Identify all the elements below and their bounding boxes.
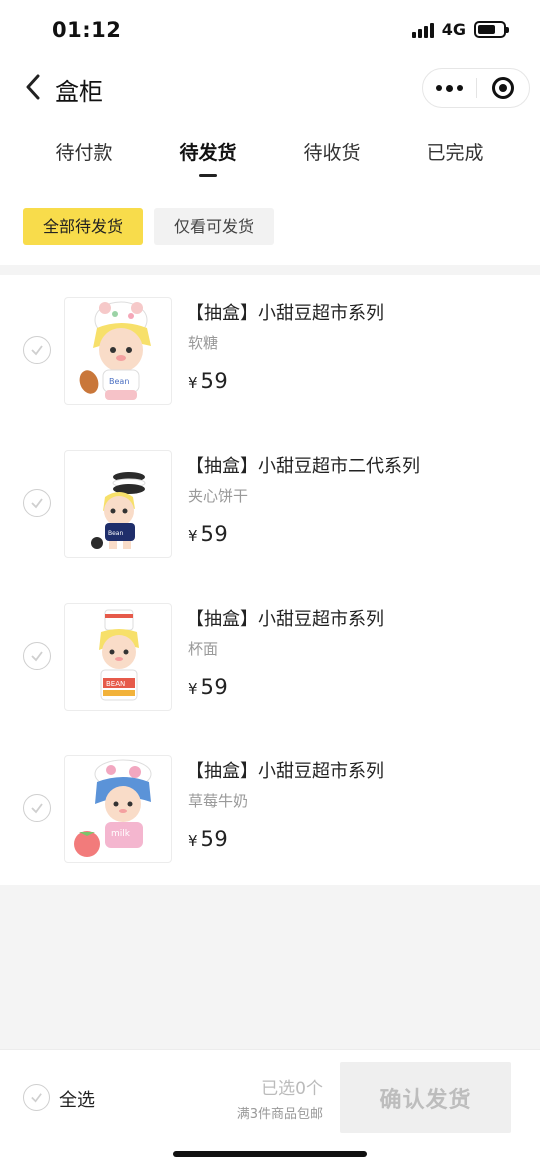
svg-text:Bean: Bean: [109, 377, 129, 386]
check-icon: [31, 1093, 42, 1103]
product-thumbnail[interactable]: Bean: [64, 450, 172, 558]
tab-label: 待收货: [303, 142, 361, 164]
currency-symbol: ¥: [188, 374, 198, 392]
svg-text:Bean: Bean: [108, 530, 123, 537]
product-variant: 夹心饼干: [188, 487, 249, 505]
order-tabs: 待付款 待发货 待收货 已完成: [0, 138, 540, 178]
back-button[interactable]: [18, 70, 48, 104]
product-variant: 草莓牛奶: [188, 792, 249, 810]
price-value: 59: [200, 827, 229, 851]
product-name: 【抽盒】小甜豆超市系列: [186, 303, 384, 324]
svg-text:BEAN: BEAN: [106, 680, 125, 688]
active-tab-indicator: [199, 174, 217, 177]
confirm-shipment-button[interactable]: 确认发货: [340, 1062, 511, 1133]
tab-label: 待发货: [179, 142, 237, 164]
bottom-action-bar: 全选 已选0个 满3件商品包邮 确认发货: [0, 1049, 540, 1168]
product-list: Bean 【抽盒】小甜豆超市系列 软糖 ¥59 Bean 【抽盒】小甜豆超市二代…: [0, 275, 540, 885]
currency-symbol: ¥: [188, 680, 198, 698]
target-icon: [491, 77, 514, 99]
item-checkbox[interactable]: [23, 336, 51, 364]
product-price: ¥59: [188, 675, 228, 699]
product-variant: 软糖: [188, 334, 219, 352]
product-thumbnail[interactable]: Bean: [64, 297, 172, 405]
more-button[interactable]: [423, 69, 476, 107]
page-title: 盒柜: [55, 78, 103, 106]
toy-figure-icon: Bean: [79, 301, 151, 400]
selected-count: 已选0个: [261, 1079, 323, 1099]
home-indicator: [173, 1151, 367, 1157]
tab-completed[interactable]: 已完成: [393, 138, 517, 165]
tab-label: 待付款: [55, 142, 113, 164]
product-thumbnail[interactable]: BEAN: [64, 603, 172, 711]
status-time: 01:12: [52, 18, 122, 42]
status-bar: 01:12 4G: [0, 0, 540, 60]
select-all-checkbox[interactable]: [23, 1084, 50, 1111]
close-mini-program-button[interactable]: [476, 69, 529, 107]
toy-figure-icon: Bean: [91, 472, 146, 549]
check-icon: [31, 651, 43, 662]
list-item[interactable]: BEAN 【抽盒】小甜豆超市系列 杯面 ¥59: [0, 580, 540, 732]
header-area: 01:12 4G 盒柜 待付款 待发货 待收货 已完成 全部待发货 仅看可发货: [0, 0, 540, 265]
list-item[interactable]: Bean 【抽盒】小甜豆超市系列 软糖 ¥59: [0, 275, 540, 427]
product-name: 【抽盒】小甜豆超市二代系列: [186, 456, 420, 477]
product-thumbnail[interactable]: milk: [64, 755, 172, 863]
more-dots-icon: [435, 84, 463, 92]
tab-pending-payment[interactable]: 待付款: [22, 138, 146, 165]
battery-icon: [474, 21, 509, 38]
tab-pending-shipment[interactable]: 待发货: [146, 138, 270, 177]
item-checkbox[interactable]: [23, 794, 51, 822]
list-item[interactable]: Bean 【抽盒】小甜豆超市二代系列 夹心饼干 ¥59: [0, 427, 540, 579]
shipping-note: 满3件商品包邮: [236, 1107, 323, 1122]
check-icon: [31, 803, 43, 814]
signal-icon: [411, 22, 434, 38]
check-icon: [31, 345, 43, 356]
svg-text:milk: milk: [111, 829, 131, 839]
product-price: ¥59: [188, 827, 228, 851]
mini-program-capsule: [422, 68, 530, 108]
price-value: 59: [200, 522, 229, 546]
check-icon: [31, 498, 43, 509]
toy-figure-icon: milk: [74, 759, 152, 857]
product-name: 【抽盒】小甜豆超市系列: [186, 609, 384, 630]
price-value: 59: [200, 369, 229, 393]
network-type: 4G: [441, 20, 466, 39]
filter-shippable-only[interactable]: 仅看可发货: [154, 208, 274, 245]
status-indicators: 4G: [411, 20, 509, 39]
currency-symbol: ¥: [188, 832, 198, 850]
item-checkbox[interactable]: [23, 642, 51, 670]
currency-symbol: ¥: [188, 527, 198, 545]
chevron-left-icon: [26, 74, 40, 100]
select-all-label[interactable]: 全选: [59, 1086, 95, 1112]
product-price: ¥59: [188, 522, 228, 546]
product-variant: 杯面: [188, 640, 219, 658]
nav-bar: 盒柜: [0, 60, 540, 118]
item-checkbox[interactable]: [23, 489, 51, 517]
product-price: ¥59: [188, 369, 228, 393]
tab-label: 已完成: [426, 142, 484, 164]
tab-pending-receipt[interactable]: 待收货: [270, 138, 394, 165]
toy-figure-icon: BEAN: [99, 609, 139, 701]
price-value: 59: [200, 675, 229, 699]
list-item[interactable]: milk 【抽盒】小甜豆超市系列 草莓牛奶 ¥59: [0, 733, 540, 885]
filter-all-pending[interactable]: 全部待发货: [23, 208, 143, 245]
product-name: 【抽盒】小甜豆超市系列: [186, 761, 384, 782]
